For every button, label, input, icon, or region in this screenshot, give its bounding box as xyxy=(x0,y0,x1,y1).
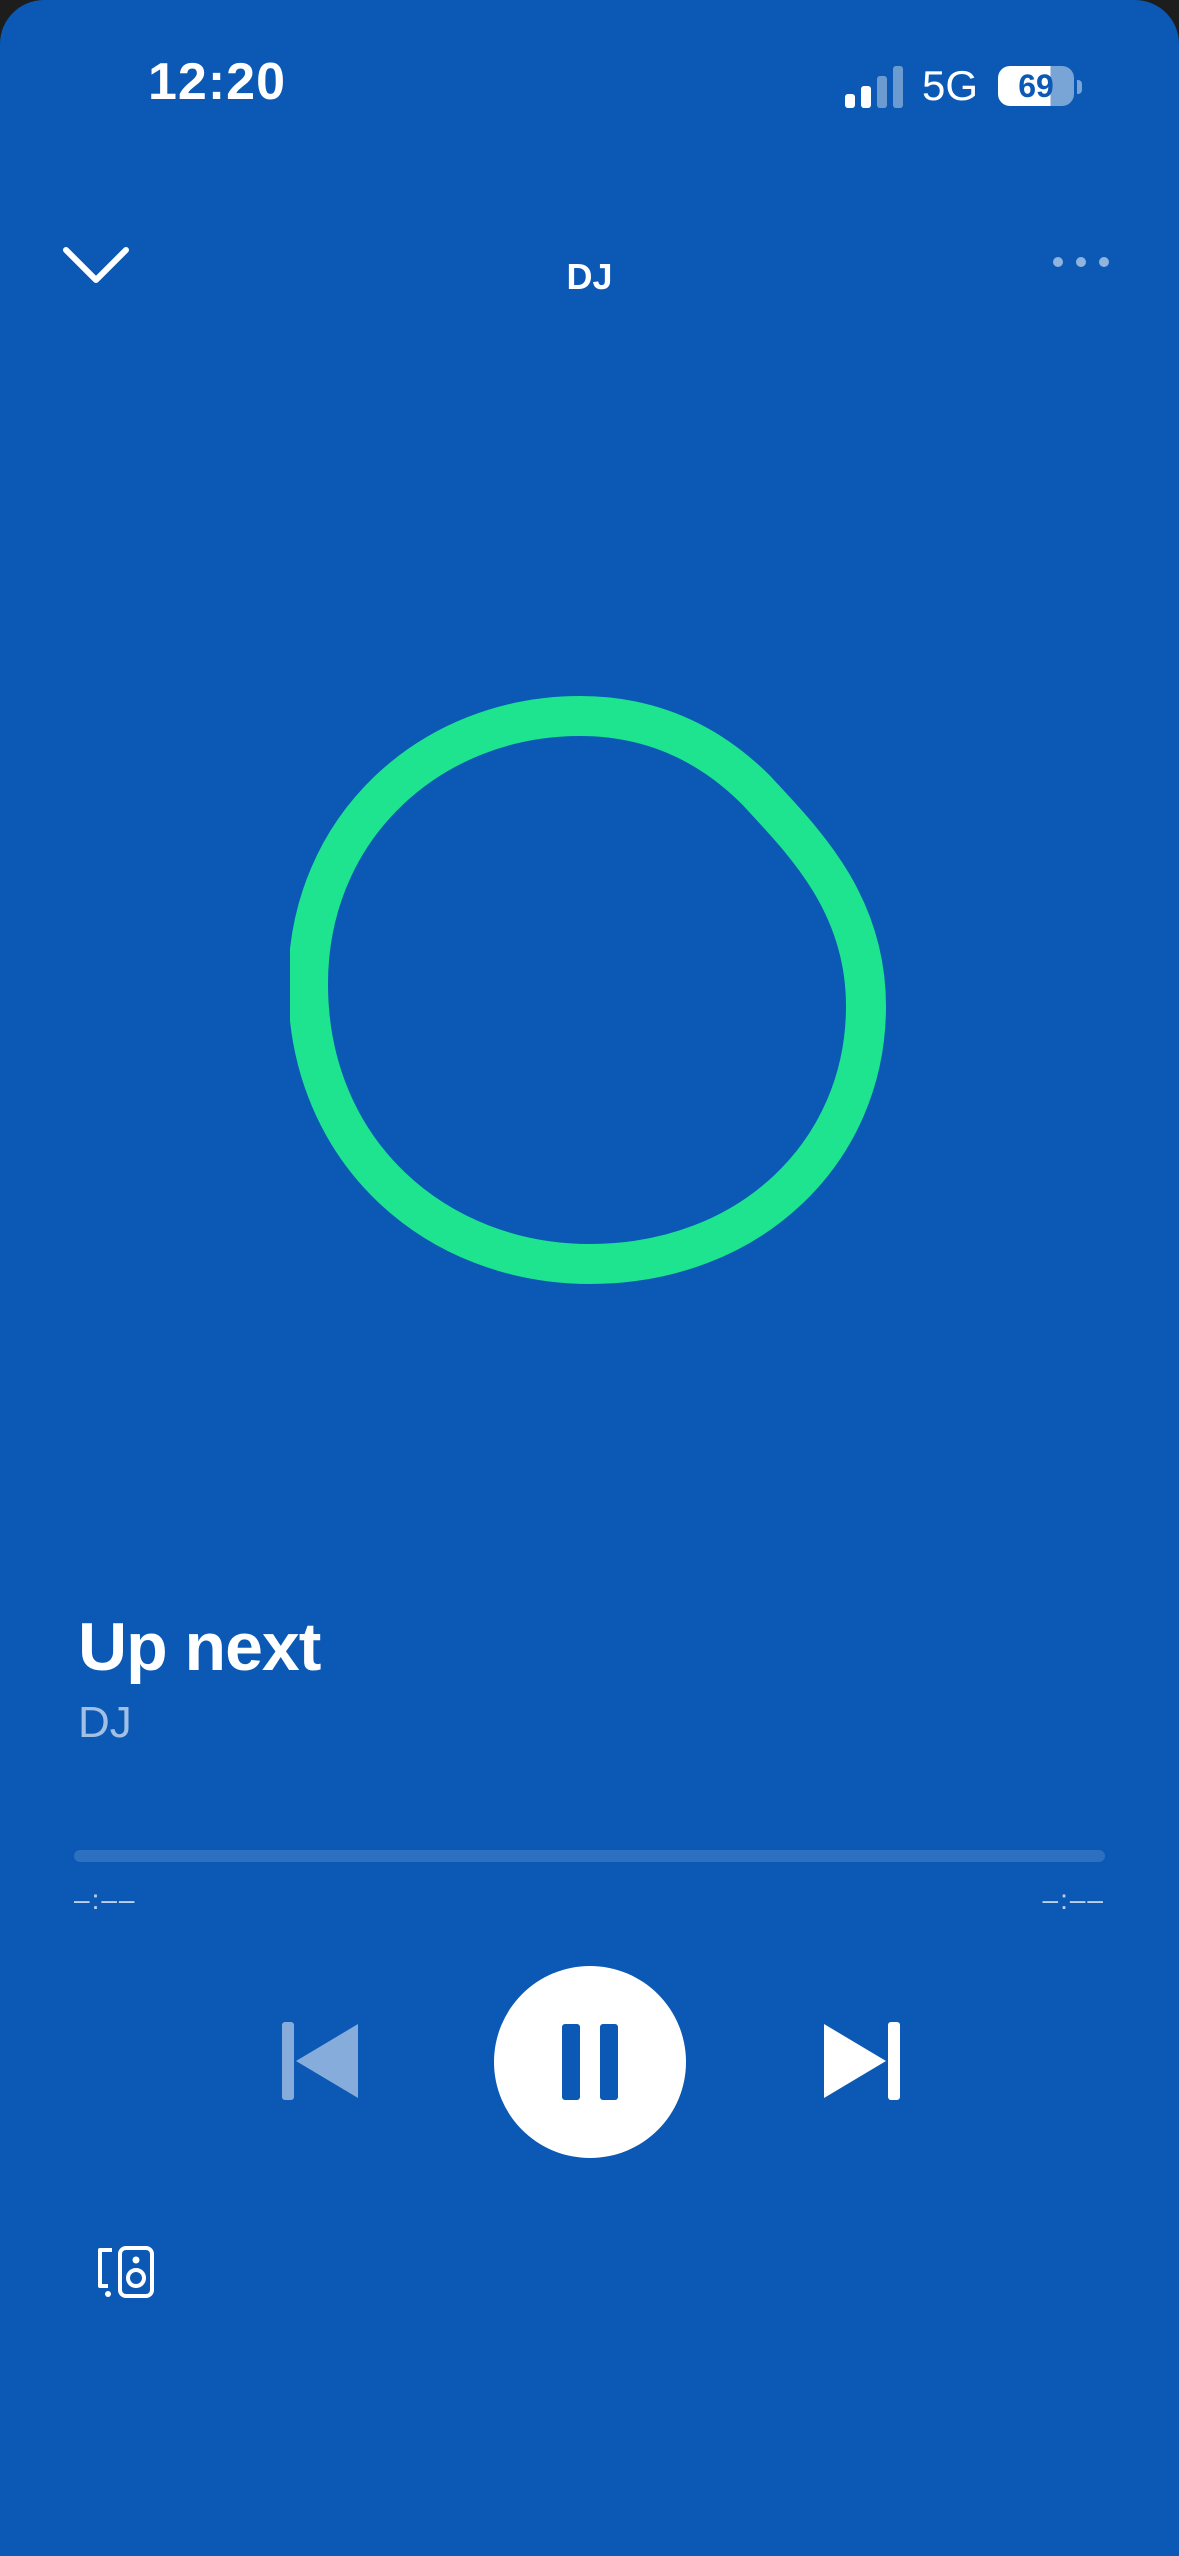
header-title: DJ xyxy=(566,256,613,297)
more-options-icon[interactable] xyxy=(1046,250,1116,274)
play-pause-button[interactable] xyxy=(494,1966,686,2158)
battery-tip xyxy=(1077,80,1082,94)
pause-icon xyxy=(562,2024,618,2100)
network-type: 5G xyxy=(922,62,979,109)
connect-device-icon[interactable] xyxy=(94,2244,158,2300)
status-time: 12:20 xyxy=(148,53,286,111)
time-remaining: –:–– xyxy=(1042,1884,1105,1915)
track-artist[interactable]: DJ xyxy=(78,1698,132,1748)
progress-bar[interactable] xyxy=(74,1850,1105,1862)
battery-indicator: 69 xyxy=(998,66,1074,106)
time-elapsed: –:–– xyxy=(74,1884,137,1915)
track-title: Up next xyxy=(78,1609,321,1685)
cellular-signal-icon xyxy=(845,66,903,108)
skip-next-icon[interactable] xyxy=(812,2016,912,2106)
dj-ring-icon xyxy=(290,695,887,1285)
skip-previous-icon[interactable] xyxy=(270,2016,370,2106)
now-playing-screen: 12:20 5G 69 DJ Up next DJ –:–– –:–– xyxy=(0,0,1179,2556)
